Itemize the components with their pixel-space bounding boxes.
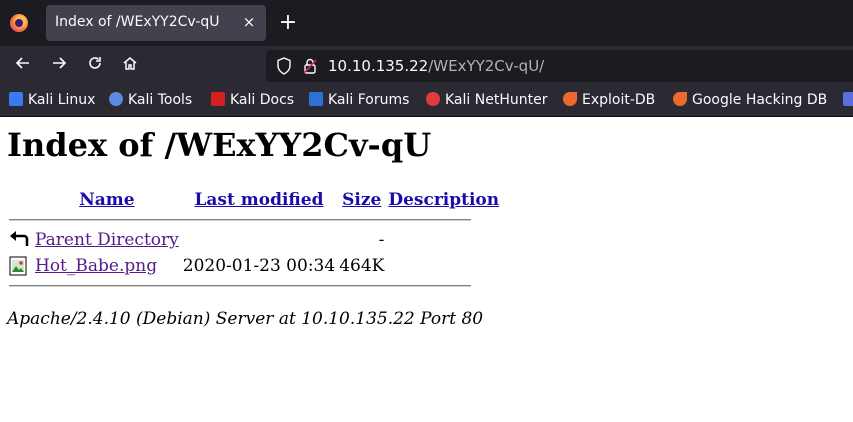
bookmark-label: Kali NetHunter <box>445 92 548 108</box>
kali-docs-icon <box>211 92 225 106</box>
insecure-lock-icon[interactable] <box>302 57 318 75</box>
parent-directory-icon <box>9 230 29 250</box>
url-text[interactable]: 10.10.135.22/WExYY2Cv-qU/ <box>328 57 544 75</box>
divider <box>9 285 471 287</box>
bookmark-label: Google Hacking DB <box>692 92 828 108</box>
exploit-db-icon <box>563 92 577 106</box>
bookmark-label: Exploit-DB <box>582 92 656 108</box>
bookmark-label: Kali Docs <box>230 92 295 108</box>
bookmark-kali-linux[interactable]: Kali Linux <box>9 92 95 110</box>
close-tab-icon[interactable]: × <box>240 13 258 31</box>
table-row: Parent Directory - <box>7 227 501 253</box>
image-file-icon <box>9 256 27 276</box>
sort-by-description-link[interactable]: Description <box>388 190 499 210</box>
reload-icon[interactable] <box>83 54 107 78</box>
description-cell <box>386 227 501 253</box>
ghdb-icon <box>673 92 687 106</box>
page-title: Index of /WExYY2Cv-qU <box>7 126 432 164</box>
sort-by-size-link[interactable]: Size <box>342 190 381 210</box>
parent-directory-link[interactable]: Parent Directory <box>35 230 179 250</box>
modified-cell: 2020-01-23 00:34 <box>182 256 336 276</box>
description-cell <box>386 253 501 279</box>
bookmark-kali-forums[interactable]: Kali Forums <box>309 92 409 110</box>
bookmark-kali-tools[interactable]: Kali Tools <box>109 92 192 110</box>
bookmarks-toolbar: Kali Linux Kali Tools Kali Docs Kali For… <box>0 86 853 117</box>
sort-by-last-modified-link[interactable]: Last modified <box>194 190 323 210</box>
back-arrow-icon[interactable] <box>11 54 35 78</box>
divider <box>9 219 471 221</box>
firefox-logo-icon[interactable] <box>10 14 28 32</box>
bookmark-overflow[interactable] <box>843 92 853 110</box>
table-header-row: Name Last modified Size Description <box>7 187 501 213</box>
sort-by-name-link[interactable]: Name <box>79 190 134 210</box>
kali-tools-icon <box>109 92 123 106</box>
modified-cell <box>181 227 337 253</box>
server-signature: Apache/2.4.10 (Debian) Server at 10.10.1… <box>7 309 484 329</box>
page-content: Index of /WExYY2Cv-qU Name Last modified… <box>0 117 853 422</box>
kali-forums-icon <box>309 92 323 106</box>
bookmark-label: Kali Forums <box>328 92 410 108</box>
bookmark-kali-nethunter[interactable]: Kali NetHunter <box>426 92 547 110</box>
size-cell: - <box>378 230 385 250</box>
tab-title: Index of /WExYY2Cv-qU <box>55 14 220 30</box>
bookmark-label: Kali Tools <box>128 92 193 108</box>
size-cell: 464K <box>339 256 385 276</box>
active-tab[interactable]: Index of /WExYY2Cv-qU × <box>46 5 266 41</box>
bookmark-overflow-icon <box>843 92 853 106</box>
bookmark-kali-docs[interactable]: Kali Docs <box>211 92 294 110</box>
bookmark-exploit-db[interactable]: Exploit-DB <box>563 92 655 110</box>
forward-arrow-icon[interactable] <box>47 54 71 78</box>
url-host: 10.10.135.22 <box>328 57 429 75</box>
bookmark-google-hacking-db[interactable]: Google Hacking DB <box>673 92 827 110</box>
directory-listing-table: Name Last modified Size Description Pare… <box>7 187 501 293</box>
table-row: Hot_Babe.png 2020-01-23 00:34 464K <box>7 253 501 279</box>
file-link[interactable]: Hot_Babe.png <box>35 256 157 276</box>
tracking-protection-shield-icon[interactable] <box>276 57 292 75</box>
bookmark-label: Kali Linux <box>28 92 96 108</box>
kali-dragon-icon <box>9 92 23 106</box>
home-icon[interactable] <box>118 54 142 78</box>
url-path: /WExYY2Cv-qU/ <box>428 57 545 75</box>
kali-nethunter-icon <box>426 92 440 106</box>
new-tab-icon[interactable]: + <box>277 12 299 34</box>
tab-bar: Index of /WExYY2Cv-qU × + <box>0 0 853 46</box>
